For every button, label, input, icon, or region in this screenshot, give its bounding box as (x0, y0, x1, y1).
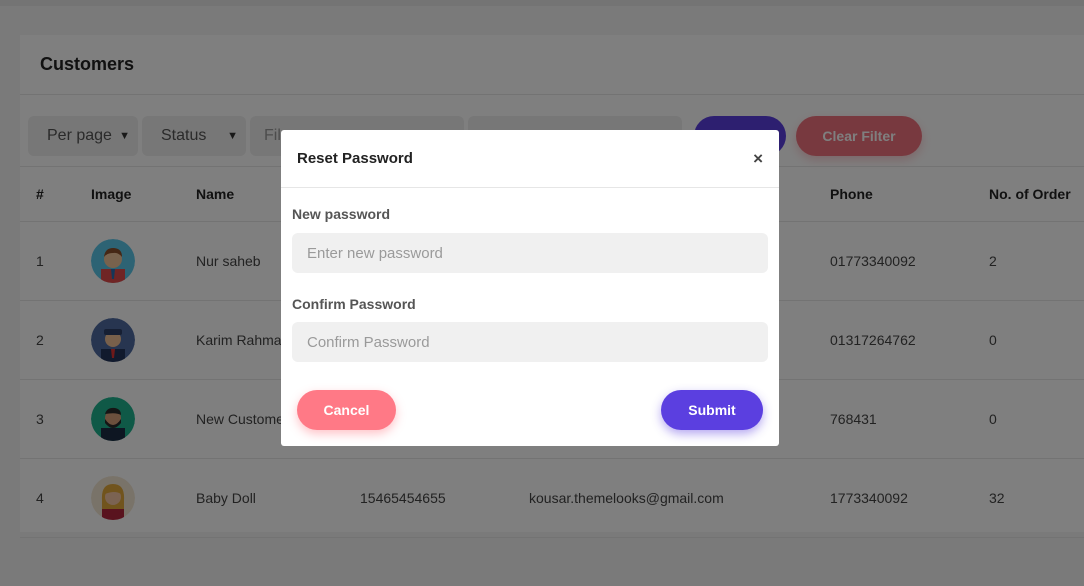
modal-title: Reset Password (297, 150, 413, 167)
confirm-password-input[interactable] (292, 322, 768, 362)
new-password-label: New password (292, 206, 391, 222)
cancel-button[interactable]: Cancel (297, 390, 396, 430)
submit-button[interactable]: Submit (661, 390, 763, 430)
modal-header: Reset Password × (281, 130, 779, 188)
reset-password-modal: Reset Password × New password Confirm Pa… (281, 130, 779, 446)
close-icon[interactable]: × (753, 130, 763, 187)
new-password-input[interactable] (292, 233, 768, 273)
confirm-password-label: Confirm Password (292, 296, 416, 312)
